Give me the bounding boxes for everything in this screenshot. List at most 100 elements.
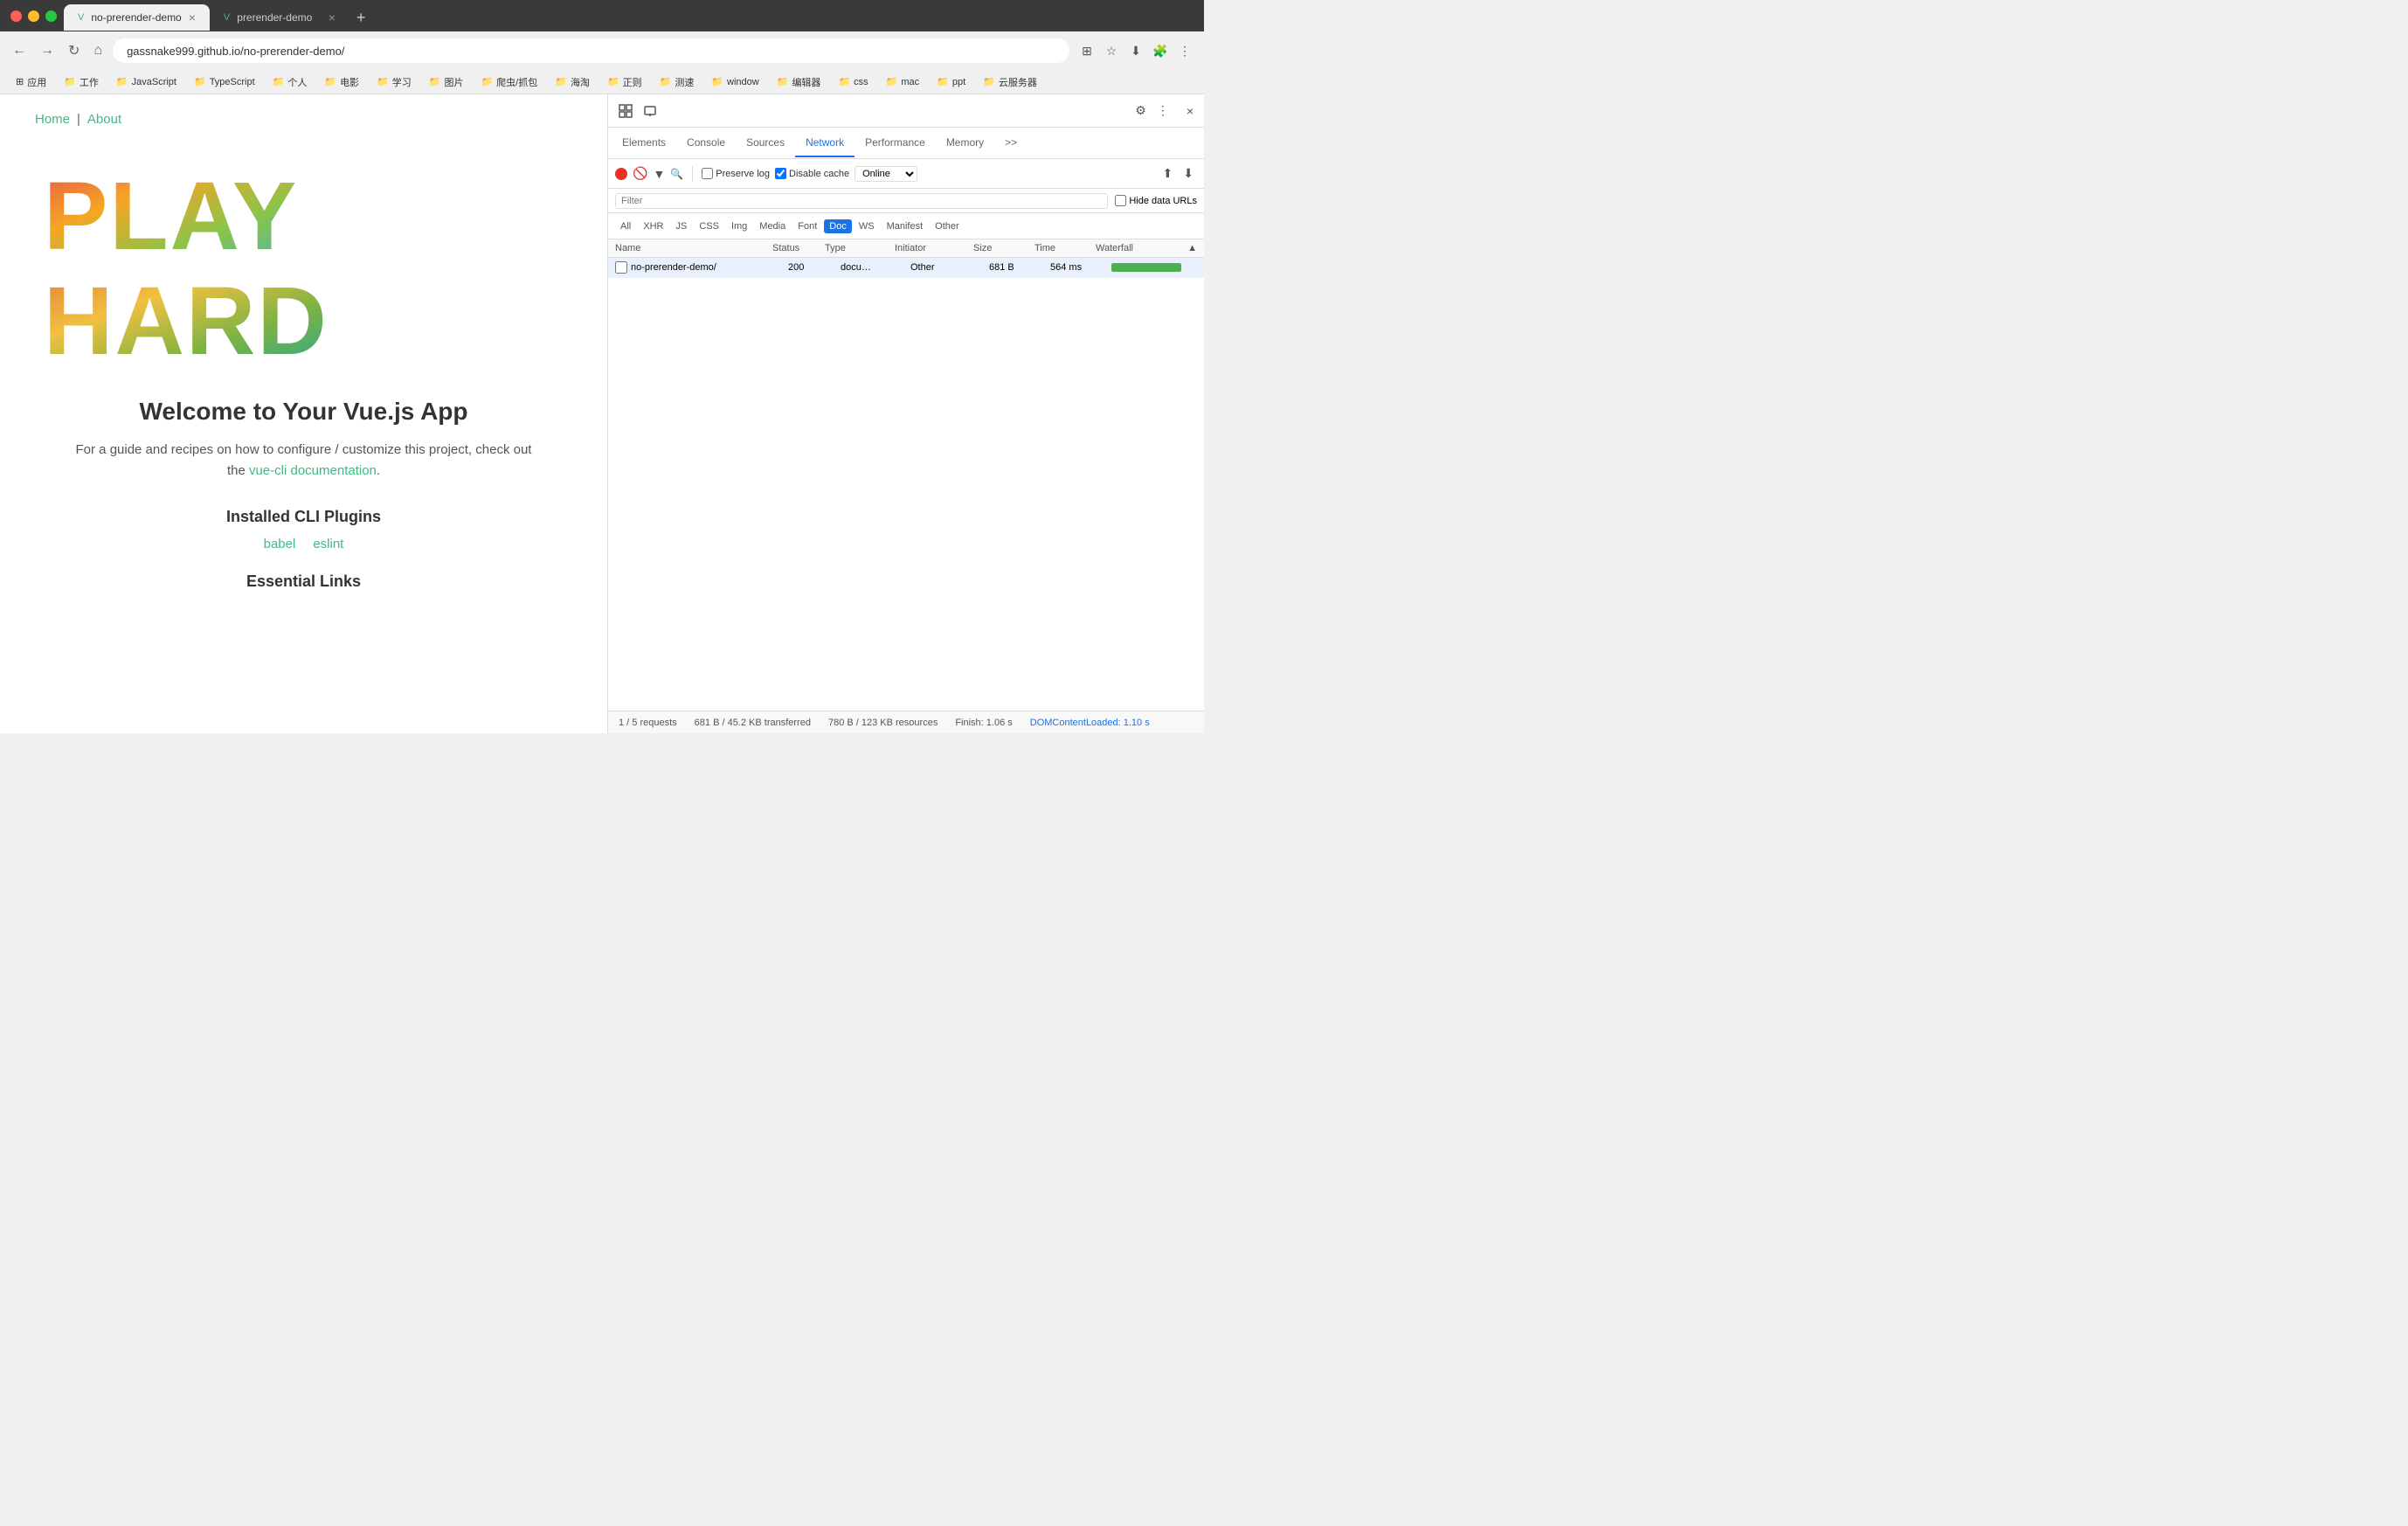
bookmark-window[interactable]: 📁 window [704,74,765,89]
bookmark-personal-label: 个人 [287,75,307,89]
bookmark-shopping[interactable]: 📁 海淘 [548,73,597,91]
bookmark-icon[interactable]: ☆ [1101,40,1122,61]
bookmark-mac[interactable]: 📁 mac [879,74,926,89]
devtools-more-button[interactable]: ⋮ [1153,100,1173,121]
bookmark-ppt-label: ppt [952,77,965,87]
disable-cache-checkbox[interactable] [775,168,786,179]
home-button[interactable]: ⌂ [90,39,106,62]
tab-console[interactable]: Console [676,129,736,157]
hide-data-urls-label[interactable]: Hide data URLs [1115,195,1197,206]
devtools-close-button[interactable]: × [1183,101,1197,121]
filter-doc[interactable]: Doc [824,219,852,233]
row-name: no-prerender-demo/ [631,262,788,273]
filter-css[interactable]: CSS [694,219,724,233]
column-name: Name [615,243,772,253]
reload-button[interactable]: ↻ [65,38,83,63]
filter-media[interactable]: Media [754,219,791,233]
bookmark-folder-icon-11: 📁 [660,76,672,87]
bookmark-typescript[interactable]: 📁 TypeScript [187,74,262,89]
bookmark-window-label: window [727,77,759,87]
devtools-toolbar: ⚙ ⋮ × [608,94,1204,128]
svg-text:HARD: HARD [44,267,329,371]
search-button[interactable]: 🔍 [670,168,683,180]
bookmark-work[interactable]: 📁 工作 [57,73,106,91]
tab-close-1[interactable]: × [189,10,196,24]
clear-button[interactable]: 🚫 [633,166,647,181]
tab-sources[interactable]: Sources [736,129,795,157]
bookmark-shopping-label: 海淘 [571,75,590,89]
bookmark-movies[interactable]: 📁 电影 [317,73,366,91]
forward-icon: → [40,43,54,59]
new-tab-button[interactable]: + [349,4,373,31]
tab-elements[interactable]: Elements [612,129,676,157]
vue-cli-link[interactable]: vue-cli documentation [249,463,377,478]
preserve-log-label[interactable]: Preserve log [702,168,770,179]
filter-all[interactable]: All [615,219,636,233]
filter-manifest[interactable]: Manifest [882,219,929,233]
filter-button[interactable]: ▼ [653,167,665,181]
record-button[interactable] [615,168,627,180]
nav-about-link[interactable]: About [87,112,121,127]
bookmark-regex-label: 正则 [623,75,642,89]
table-row[interactable]: no-prerender-demo/ 200 docu… Other 681 B… [608,258,1204,278]
maximize-button[interactable] [45,10,57,22]
row-checkbox[interactable] [615,261,627,274]
babel-link[interactable]: babel [264,537,296,551]
bookmark-images-label: 图片 [444,75,463,89]
hide-data-urls-text: Hide data URLs [1129,196,1197,206]
tab-more[interactable]: >> [994,129,1028,157]
filter-xhr[interactable]: XHR [638,219,668,233]
tab-network[interactable]: Network [795,129,855,157]
export-har-button[interactable]: ⬇ [1180,163,1197,184]
bookmark-editor[interactable]: 📁 编辑器 [770,73,828,91]
devtools-settings-button[interactable]: ⚙ [1131,100,1150,121]
filter-img[interactable]: Img [726,219,752,233]
tabs-bar: V no-prerender-demo × V prerender-demo ×… [64,1,1194,31]
import-har-button[interactable]: ⬆ [1159,163,1177,184]
bookmark-images[interactable]: 📁 图片 [422,73,471,91]
menu-icon[interactable]: ⋮ [1174,40,1195,61]
bookmark-css[interactable]: 📁 css [831,74,875,89]
tab-close-2[interactable]: × [329,10,336,24]
bookmark-crawler[interactable]: 📁 爬虫/抓包 [474,73,544,91]
web-content: Home | About [0,94,607,733]
filter-ws[interactable]: WS [854,219,880,233]
tab-memory[interactable]: Memory [936,129,994,157]
downloads-icon[interactable]: ⬇ [1125,40,1146,61]
browser-toolbar-icons: ⊞ ☆ ⬇ 🧩 ⋮ [1076,40,1195,61]
back-button[interactable]: ← [9,39,30,62]
tab-performance[interactable]: Performance [855,129,936,157]
filter-other[interactable]: Other [930,219,965,233]
tab-prerender-demo[interactable]: V prerender-demo × [210,4,349,31]
address-input[interactable] [113,38,1069,63]
eslint-link[interactable]: eslint [313,537,343,551]
welcome-section: Welcome to Your Vue.js App For a guide a… [35,398,572,591]
bookmark-personal[interactable]: 📁 个人 [266,73,315,91]
nav-home-link[interactable]: Home [35,112,70,127]
hide-data-urls-checkbox[interactable] [1115,195,1126,206]
network-filter-input[interactable] [615,193,1108,209]
bookmark-javascript[interactable]: 📁 JavaScript [109,74,183,89]
reload-icon: ↻ [68,42,80,59]
extensions-icon[interactable]: 🧩 [1150,40,1171,61]
filter-font[interactable]: Font [792,219,822,233]
bookmark-crawler-label: 爬虫/抓包 [496,75,537,89]
bookmark-speed[interactable]: 📁 测速 [653,73,702,91]
bookmark-cloud[interactable]: 📁 云服务器 [976,73,1044,91]
close-button[interactable] [10,10,22,22]
device-toggle-button[interactable] [640,101,661,121]
disable-cache-label[interactable]: Disable cache [775,168,849,179]
translate-icon[interactable]: ⊞ [1076,40,1097,61]
minimize-button[interactable] [28,10,39,22]
bookmark-regex[interactable]: 📁 正则 [600,73,649,91]
devtools-tabs: Elements Console Sources Network Perform… [608,128,1204,159]
inspect-element-button[interactable] [615,101,636,121]
filter-js[interactable]: JS [670,219,692,233]
preserve-log-checkbox[interactable] [702,168,713,179]
bookmark-ppt[interactable]: 📁 ppt [930,74,972,89]
tab-no-prerender-demo[interactable]: V no-prerender-demo × [64,4,210,31]
bookmark-apps[interactable]: ⊞ 应用 [9,73,53,91]
bookmark-study[interactable]: 📁 学习 [370,73,419,91]
throttle-select[interactable]: Online Slow 3G Fast 3G Offline [855,166,917,182]
forward-button[interactable]: → [37,39,58,62]
